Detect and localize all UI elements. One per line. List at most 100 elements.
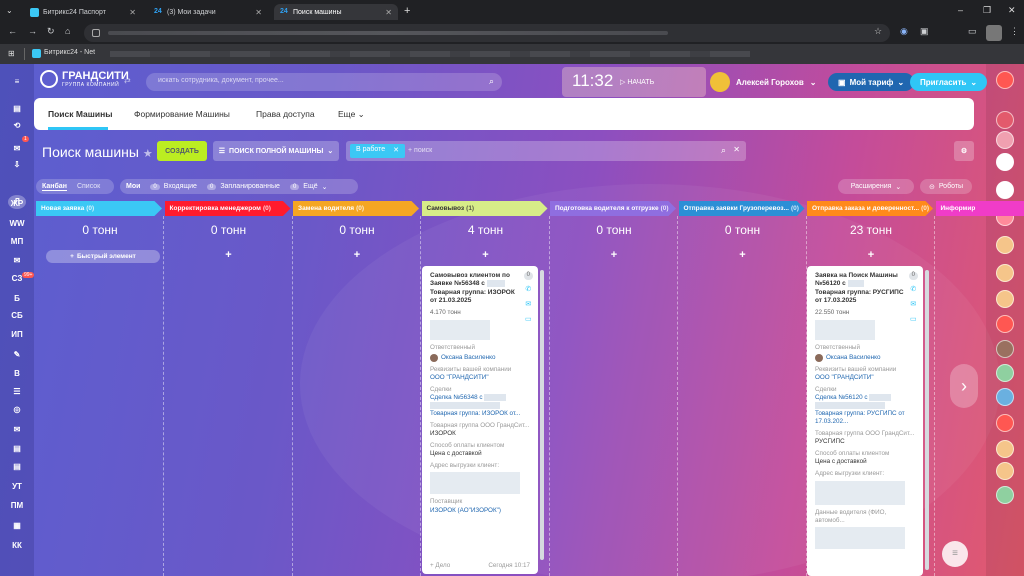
left-menu-item[interactable]: WW xyxy=(0,219,34,228)
window-close-icon[interactable]: ✕ xyxy=(1008,5,1016,16)
counter-incoming[interactable]: Входящие xyxy=(164,183,197,190)
supplier-link[interactable]: ИЗОРОК (АО"ИЗОРОК") xyxy=(430,507,530,515)
swap-icon[interactable]: ⇄ xyxy=(124,76,131,85)
forward-icon[interactable]: → xyxy=(28,26,37,36)
counter-planned[interactable]: Запланированные xyxy=(220,183,280,190)
add-item-button[interactable]: + xyxy=(807,249,935,261)
deal-card[interactable]: Самовывоз клиентом по Заявке №56348 с То… xyxy=(422,266,538,574)
deal-link[interactable]: Сделка №56348 с xyxy=(430,394,483,401)
responsible-link[interactable]: Оксана Василенко xyxy=(441,354,495,362)
left-menu-item[interactable]: ✉ xyxy=(0,425,34,434)
left-menu-item[interactable]: ⇩ xyxy=(0,160,34,169)
close-icon[interactable]: ✕ xyxy=(385,8,392,17)
column-scrollbar[interactable] xyxy=(540,270,544,560)
phone-icon[interactable]: ✆ xyxy=(910,286,916,295)
create-button[interactable]: СОЗДАТЬ xyxy=(157,141,207,161)
start-day-button[interactable]: ▷ НАЧАТЬ xyxy=(620,78,654,86)
clear-icon[interactable]: ✕ xyxy=(733,145,740,154)
column-header[interactable]: Отправка заявки Грузоперевоз... (0) xyxy=(678,201,805,216)
extension-icon[interactable]: ▣ xyxy=(920,26,929,37)
full-search-button[interactable]: ☰ ПОИСК ПОЛНОЙ МАШИНЫ ⌄ xyxy=(213,141,339,161)
mail-icon[interactable]: ✉ xyxy=(525,301,531,310)
tariff-button[interactable]: ▣ Мой тариф ⌄ xyxy=(828,73,915,91)
tab-poisk-mashiny[interactable]: Поиск Машины xyxy=(48,109,113,119)
extension-icon[interactable]: ◉ xyxy=(900,26,908,37)
left-menu-item[interactable]: ЖР xyxy=(0,199,34,208)
column-header[interactable]: Замена водителя (0) xyxy=(293,201,419,216)
filter-search-input[interactable]: В работе ✕ + поиск ⌕ ✕ xyxy=(346,141,746,161)
reload-icon[interactable]: ↻ xyxy=(47,26,55,37)
star-icon[interactable]: ★ xyxy=(143,148,153,160)
add-item-button[interactable]: + xyxy=(422,249,550,261)
column-header[interactable]: Корректировка менеджером (0) xyxy=(164,201,291,216)
deal-link[interactable]: Товарная группа: ИЗОРОК от... xyxy=(430,410,530,418)
add-activity-button[interactable]: + Дело xyxy=(430,562,450,570)
back-icon[interactable]: ← xyxy=(8,26,17,36)
add-item-button[interactable]: + xyxy=(679,249,807,261)
left-menu-item[interactable]: КК xyxy=(0,541,34,550)
left-menu-item[interactable]: ◎ xyxy=(0,405,34,414)
profile-avatar[interactable] xyxy=(986,25,1002,41)
left-menu-item[interactable]: ▤ xyxy=(0,462,34,471)
home-icon[interactable]: ⌂ xyxy=(65,26,70,36)
column-header[interactable]: Подготовка водителя к отгрузке (0) xyxy=(550,201,676,216)
left-menu-item[interactable]: Б xyxy=(0,294,34,303)
new-tab-button[interactable]: + xyxy=(404,5,410,17)
close-icon[interactable]: ✕ xyxy=(255,8,262,17)
contact-avatar[interactable] xyxy=(996,181,1014,199)
column-header[interactable]: Отправка заказа и доверенност... (0) xyxy=(807,201,933,216)
column-header[interactable]: Новая заявка (0) xyxy=(36,201,162,216)
responsible-link[interactable]: Оксана Василенко xyxy=(826,354,880,362)
search-icon[interactable]: ⌕ xyxy=(489,76,494,87)
work-clock[interactable]: 11:32 ▷ НАЧАТЬ xyxy=(562,67,706,97)
mail-icon[interactable]: ✉ xyxy=(910,301,916,310)
right-panel-icon[interactable] xyxy=(996,153,1014,171)
company-logo[interactable]: ГРАНДСИТИ ГРУППА КОМПАНИЙ xyxy=(40,70,129,88)
search-icon[interactable]: ⌕ xyxy=(721,145,726,156)
chat-icon[interactable]: ▭ xyxy=(910,316,917,325)
quick-add-button[interactable]: + Быстрый элемент xyxy=(46,250,160,263)
company-link[interactable]: ООО "ГРАНДСИТИ" xyxy=(430,374,530,382)
minimize-icon[interactable]: – xyxy=(958,5,963,15)
column-header[interactable]: Самовывоз (1) xyxy=(421,201,548,216)
add-item-button[interactable]: + xyxy=(165,249,293,261)
view-kanban[interactable]: Канбан xyxy=(42,183,67,191)
chat-button[interactable]: ≡ xyxy=(942,541,968,567)
left-menu-item[interactable]: МП xyxy=(0,237,34,246)
extensions-button[interactable]: Расширения ⌄ xyxy=(838,179,914,194)
left-menu-item[interactable]: ▦ xyxy=(0,521,34,530)
deal-link[interactable]: Сделка №56120 с xyxy=(815,394,868,401)
left-menu-item[interactable]: СБ xyxy=(0,311,34,320)
left-menu-item[interactable]: ≡ xyxy=(0,77,34,86)
left-menu-item[interactable]: ▤ xyxy=(0,444,34,453)
add-item-button[interactable]: + xyxy=(550,249,678,261)
left-menu-item[interactable]: ✉ xyxy=(0,256,34,265)
settings-button[interactable]: ⚙ xyxy=(954,141,974,161)
deal-card[interactable]: Заявка на Поиск Машины №56120 с Товарная… xyxy=(807,266,923,576)
tab-search-icon[interactable]: ⌄ xyxy=(6,6,13,15)
left-menu-item[interactable]: ПМ xyxy=(0,501,34,510)
tab-more[interactable]: Еще ⌄ xyxy=(338,109,365,120)
site-info-icon[interactable] xyxy=(92,29,100,37)
counter-more[interactable]: Ещё xyxy=(303,183,317,190)
column-header[interactable]: Информир xyxy=(935,201,1024,216)
phone-icon[interactable]: ✆ xyxy=(525,286,531,295)
deal-link[interactable]: Товарная группа: РУСГИПС от 17.03.202... xyxy=(815,410,915,426)
browser-tab-2[interactable]: 24 (3) Мои задачи ✕ xyxy=(148,4,268,20)
tab-formirovanie[interactable]: Формирование Машины xyxy=(134,109,230,119)
right-panel-icon[interactable] xyxy=(996,71,1014,89)
counter-my[interactable]: Мои xyxy=(126,183,140,190)
close-icon[interactable]: ✕ xyxy=(129,8,136,17)
add-item-button[interactable]: + xyxy=(293,249,421,261)
star-icon[interactable]: ☆ xyxy=(874,26,882,37)
robots-button[interactable]: ⊝ Роботы xyxy=(920,179,972,194)
left-menu-item[interactable]: ✉ xyxy=(0,144,34,153)
filter-tag[interactable]: В работе ✕ xyxy=(350,144,406,158)
close-icon[interactable]: ✕ xyxy=(393,146,399,156)
right-panel-icon[interactable] xyxy=(996,111,1014,129)
user-menu[interactable]: Алексей Горохов ⌄ xyxy=(710,72,817,92)
browser-tab-1[interactable]: Битрикс24 Паспорт ✕ xyxy=(24,4,142,20)
left-menu-item[interactable]: ✎ xyxy=(0,350,34,359)
company-link[interactable]: ООО "ГРАНДСИТИ" xyxy=(815,374,915,382)
column-scrollbar[interactable] xyxy=(925,270,929,570)
